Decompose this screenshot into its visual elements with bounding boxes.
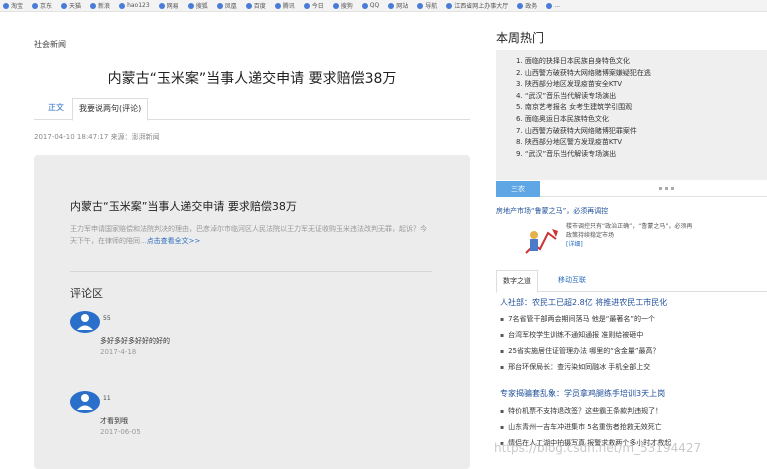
bookmark-icon: [446, 2, 453, 9]
comments-heading: 评论区: [70, 287, 103, 300]
hot-item[interactable]: 7. 山西警方破获特大网络赌博犯罪案件: [516, 126, 651, 138]
bookmark-icon: [546, 2, 553, 9]
comment-count: 55: [103, 315, 111, 322]
comment-count: 11: [103, 395, 111, 402]
zone-tab-bar: 三农: [496, 181, 767, 197]
news-headline[interactable]: 专家揭骗套乱象：学员拿鸡腿练手培训3天上岗: [500, 388, 665, 399]
zone-tab[interactable]: 三农: [496, 181, 540, 197]
news-item[interactable]: 7名省管干部两会期间落马 他是“最著名”的一个: [500, 311, 659, 327]
bookmark-item[interactable]: 腾讯: [274, 1, 295, 10]
bookmark-icon: [119, 2, 126, 9]
tab-body[interactable]: 正文: [42, 98, 70, 120]
bookmark-icon: [245, 2, 252, 9]
user-avatar-icon[interactable]: [70, 309, 100, 333]
hot-item[interactable]: 6. 面临奥运日本民族特色文化: [516, 114, 651, 126]
news-headline[interactable]: 人社部：农民工已超2.8亿 将推进农民工市民化: [500, 297, 667, 308]
comment-text: 才看到哦: [100, 417, 128, 425]
article-column: 社会新闻 内蒙古“玉米案”当事人递交申请 要求赔偿38万 正文 我要说两句(评论…: [34, 12, 470, 469]
bookmark-icon: [303, 2, 310, 9]
tab-digital[interactable]: 数字之道: [496, 270, 538, 293]
bookmark-icon: [361, 2, 368, 9]
bookmark-icon: [517, 2, 524, 9]
bookmark-item[interactable]: 政务: [517, 1, 537, 10]
bookmark-item[interactable]: 搜狐: [187, 1, 208, 10]
bookmark-item[interactable]: 今日: [303, 1, 324, 10]
news-list: 7名省管干部两会期间落马 他是“最著名”的一个 台湾军校学生训练不通知通报 准则…: [500, 311, 659, 375]
bookmark-item[interactable]: 百度: [245, 1, 266, 10]
bookmark-icon: [32, 2, 39, 9]
hot-item[interactable]: 8. 陕西部分地区警方发现疫苗KTV: [516, 137, 651, 149]
bookmark-icon: [187, 2, 194, 9]
hot-item[interactable]: 2. 山西警方破获特大网络赌博案嫌疑犯在逃: [516, 68, 651, 80]
tab-mobile[interactable]: 移动互联: [552, 270, 592, 292]
bookmark-icon: [90, 2, 97, 9]
hot-item[interactable]: 5. 南京艺考报名 女考生建筑学引围观: [516, 102, 651, 114]
feature-desc: 楼市调控只有“政治正确”，“鲁蒙之马”，必须再政策持续稳定市场 [详细]: [566, 222, 696, 249]
bookmark-icon: [332, 2, 339, 9]
article-title: 内蒙古“玉米案”当事人递交申请 要求赔偿38万: [107, 71, 397, 87]
bookmark-icon: [216, 2, 223, 9]
panel-article-title: 内蒙古“玉米案”当事人递交申请 要求赔偿38万: [70, 200, 297, 213]
summary-text: 王力军申请国家赔偿和法院判决的理由，巴彦淖尔市临河区人民法院以王力军无证收购玉米…: [70, 225, 427, 245]
feature-headline[interactable]: 房地产市场“鲁蒙之马”，必须再调控: [496, 206, 608, 216]
bookmark-item[interactable]: QQ: [361, 2, 379, 9]
hot-item[interactable]: 3. 陕西部分地区发现疫苗安全KTV: [516, 79, 651, 91]
news-item[interactable]: 特价机票不支持退改签？这些霸王条款判违规了！: [500, 403, 671, 419]
hot-list-box: 1. 面临的抉择日本民族自身特色文化 2. 山西警方破获特大网络赌博案嫌疑犯在逃…: [496, 50, 767, 180]
bookmark-icon: [417, 2, 424, 9]
divider: [70, 271, 432, 272]
bookmark-icon: [158, 2, 165, 9]
news-item[interactable]: 邢台环保局长：查污染如同融冰 手机全部上交: [500, 359, 659, 375]
hot-title: 本周热门: [496, 31, 545, 45]
bookmark-item[interactable]: 淘宝: [3, 1, 23, 10]
hot-list: 1. 面临的抉择日本民族自身特色文化 2. 山西警方破获特大网络赌博案嫌疑犯在逃…: [516, 56, 651, 160]
user-avatar-icon[interactable]: [70, 389, 100, 413]
bookmark-icon: [388, 2, 395, 9]
bookmark-icon: [274, 2, 281, 9]
read-more-link[interactable]: 点击查看全文>>: [147, 237, 201, 245]
tab-comments[interactable]: 我要说两句(评论): [72, 98, 149, 121]
bookmark-item[interactable]: hao123: [119, 2, 150, 9]
bookmark-item[interactable]: 京东: [32, 1, 52, 10]
carousel-dots[interactable]: [659, 187, 674, 190]
article-tabs: 正文 我要说两句(评论): [34, 98, 470, 121]
article-summary: 王力军申请国家赔偿和法院判决的理由，巴彦淖尔市临河区人民法院以王力军无证收购玉米…: [70, 223, 432, 247]
bookmark-item[interactable]: 网站: [388, 1, 408, 10]
news-item[interactable]: 山东青州一吉车冲进集市 5名重伤者抢救无效死亡: [500, 419, 671, 435]
sidebar: 本周热门 1. 面临的抉择日本民族自身特色文化 2. 山西警方破获特大网络赌博案…: [496, 12, 767, 469]
comment-item: 55 多好多好多好好的好的 2017-4-18: [70, 309, 370, 359]
comment-date: 2017-06-05: [100, 428, 141, 436]
hot-item[interactable]: 9. “武汉”音乐当代解读专场演出: [516, 149, 651, 161]
comment-date: 2017-4-18: [100, 348, 137, 356]
bookmark-icon: [3, 2, 9, 9]
article-meta: 2017-04-10 18:47:17 来源：澎湃新闻: [34, 133, 160, 141]
feature-more-link[interactable]: [详细]: [566, 241, 583, 248]
feature-desc-text: 楼市调控只有“政治正确”，“鲁蒙之马”，必须再政策持续稳定市场: [566, 223, 693, 239]
feature-image[interactable]: [522, 219, 562, 259]
bookmark-item[interactable]: ...: [546, 2, 560, 9]
hot-item[interactable]: 1. 面临的抉择日本民族自身特色文化: [516, 56, 651, 68]
channel-label[interactable]: 社会新闻: [34, 39, 66, 50]
comment-panel: 内蒙古“玉米案”当事人递交申请 要求赔偿38万 王力军申请国家赔偿和法院判决的理…: [34, 155, 470, 469]
bookmark-item[interactable]: 天猫: [61, 1, 81, 10]
bookmark-item[interactable]: 江西省网上办事大厅: [446, 1, 508, 10]
bookmark-item[interactable]: 新浪: [90, 1, 110, 10]
bookmark-icon: [61, 2, 68, 9]
bookmark-item[interactable]: 网易: [158, 1, 179, 10]
watermark: https://blog.csdn.net/m_53194427: [494, 441, 702, 455]
news-item[interactable]: 25省实施居住证管理办法 哪里的“含金量”最高？: [500, 343, 659, 359]
bookmarks-bar: 淘宝 京东 天猫 新浪 hao123 网易 搜狐 凤凰 百度 腾讯 今日 搜狗 …: [0, 0, 767, 12]
comment-item: 11 才看到哦 2017-06-05: [70, 389, 370, 439]
bookmark-item[interactable]: 搜狗: [332, 1, 353, 10]
news-item[interactable]: 台湾军校学生训练不通知通报 准则给被砸中: [500, 327, 659, 343]
sub-tabs: 数字之道 移动互联: [496, 270, 767, 293]
bookmark-item[interactable]: 导航: [417, 1, 437, 10]
hot-item[interactable]: 4. “武汉”音乐当代解读专场演出: [516, 91, 651, 103]
bookmark-item[interactable]: 凤凰: [216, 1, 237, 10]
comment-text: 多好多好多好好的好的: [100, 337, 170, 345]
